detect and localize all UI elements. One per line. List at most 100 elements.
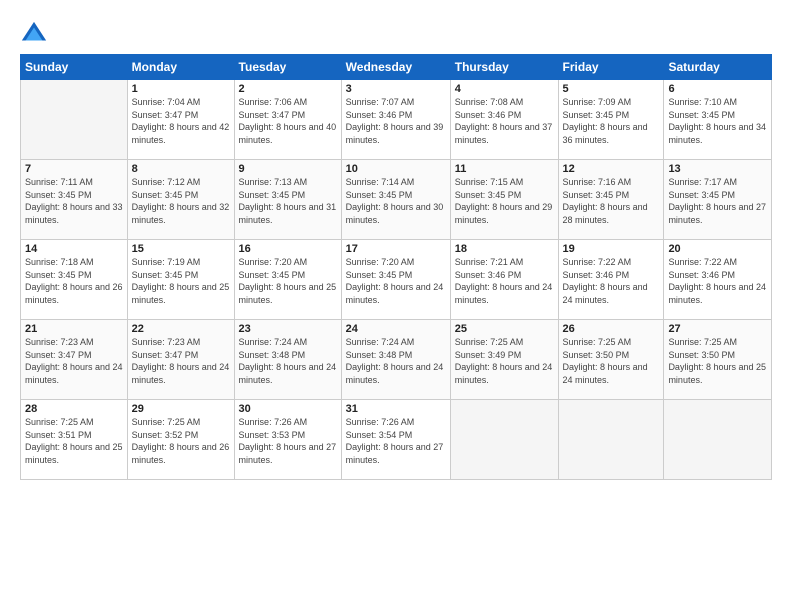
calendar-table: SundayMondayTuesdayWednesdayThursdayFrid…	[20, 54, 772, 480]
day-number: 18	[455, 243, 554, 255]
calendar-cell: 16Sunrise: 7:20 AMSunset: 3:45 PMDayligh…	[234, 240, 341, 320]
day-number: 4	[455, 83, 554, 95]
day-number: 27	[668, 323, 767, 335]
calendar-cell: 3Sunrise: 7:07 AMSunset: 3:46 PMDaylight…	[341, 80, 450, 160]
logo	[20, 20, 52, 48]
day-number: 25	[455, 323, 554, 335]
day-detail: Sunrise: 7:15 AMSunset: 3:45 PMDaylight:…	[455, 176, 554, 226]
day-number: 8	[132, 163, 230, 175]
day-detail: Sunrise: 7:24 AMSunset: 3:48 PMDaylight:…	[239, 336, 337, 386]
day-detail: Sunrise: 7:10 AMSunset: 3:45 PMDaylight:…	[668, 96, 767, 146]
day-detail: Sunrise: 7:25 AMSunset: 3:50 PMDaylight:…	[668, 336, 767, 386]
day-number: 29	[132, 403, 230, 415]
calendar-cell: 27Sunrise: 7:25 AMSunset: 3:50 PMDayligh…	[664, 320, 772, 400]
day-number: 14	[25, 243, 123, 255]
day-detail: Sunrise: 7:20 AMSunset: 3:45 PMDaylight:…	[239, 256, 337, 306]
calendar-cell: 26Sunrise: 7:25 AMSunset: 3:50 PMDayligh…	[558, 320, 664, 400]
day-detail: Sunrise: 7:24 AMSunset: 3:48 PMDaylight:…	[346, 336, 446, 386]
day-detail: Sunrise: 7:25 AMSunset: 3:51 PMDaylight:…	[25, 416, 123, 466]
day-detail: Sunrise: 7:26 AMSunset: 3:54 PMDaylight:…	[346, 416, 446, 466]
day-detail: Sunrise: 7:06 AMSunset: 3:47 PMDaylight:…	[239, 96, 337, 146]
day-detail: Sunrise: 7:25 AMSunset: 3:52 PMDaylight:…	[132, 416, 230, 466]
day-detail: Sunrise: 7:23 AMSunset: 3:47 PMDaylight:…	[25, 336, 123, 386]
day-number: 31	[346, 403, 446, 415]
day-detail: Sunrise: 7:11 AMSunset: 3:45 PMDaylight:…	[25, 176, 123, 226]
day-detail: Sunrise: 7:09 AMSunset: 3:45 PMDaylight:…	[563, 96, 660, 146]
week-row-5: 28Sunrise: 7:25 AMSunset: 3:51 PMDayligh…	[21, 400, 772, 480]
calendar-cell: 21Sunrise: 7:23 AMSunset: 3:47 PMDayligh…	[21, 320, 128, 400]
day-number: 23	[239, 323, 337, 335]
logo-icon	[20, 20, 48, 48]
calendar-cell: 17Sunrise: 7:20 AMSunset: 3:45 PMDayligh…	[341, 240, 450, 320]
calendar-cell	[664, 400, 772, 480]
calendar-cell: 11Sunrise: 7:15 AMSunset: 3:45 PMDayligh…	[450, 160, 558, 240]
day-detail: Sunrise: 7:25 AMSunset: 3:50 PMDaylight:…	[563, 336, 660, 386]
day-number: 1	[132, 83, 230, 95]
day-detail: Sunrise: 7:18 AMSunset: 3:45 PMDaylight:…	[25, 256, 123, 306]
week-row-4: 21Sunrise: 7:23 AMSunset: 3:47 PMDayligh…	[21, 320, 772, 400]
day-number: 20	[668, 243, 767, 255]
calendar-cell: 7Sunrise: 7:11 AMSunset: 3:45 PMDaylight…	[21, 160, 128, 240]
week-row-3: 14Sunrise: 7:18 AMSunset: 3:45 PMDayligh…	[21, 240, 772, 320]
day-number: 21	[25, 323, 123, 335]
day-detail: Sunrise: 7:22 AMSunset: 3:46 PMDaylight:…	[668, 256, 767, 306]
calendar-cell: 20Sunrise: 7:22 AMSunset: 3:46 PMDayligh…	[664, 240, 772, 320]
day-number: 26	[563, 323, 660, 335]
calendar-cell: 30Sunrise: 7:26 AMSunset: 3:53 PMDayligh…	[234, 400, 341, 480]
day-detail: Sunrise: 7:13 AMSunset: 3:45 PMDaylight:…	[239, 176, 337, 226]
weekday-header-tuesday: Tuesday	[234, 55, 341, 80]
day-detail: Sunrise: 7:25 AMSunset: 3:49 PMDaylight:…	[455, 336, 554, 386]
day-detail: Sunrise: 7:12 AMSunset: 3:45 PMDaylight:…	[132, 176, 230, 226]
calendar-cell: 18Sunrise: 7:21 AMSunset: 3:46 PMDayligh…	[450, 240, 558, 320]
week-row-2: 7Sunrise: 7:11 AMSunset: 3:45 PMDaylight…	[21, 160, 772, 240]
calendar-cell: 14Sunrise: 7:18 AMSunset: 3:45 PMDayligh…	[21, 240, 128, 320]
day-number: 22	[132, 323, 230, 335]
calendar-cell: 31Sunrise: 7:26 AMSunset: 3:54 PMDayligh…	[341, 400, 450, 480]
day-number: 24	[346, 323, 446, 335]
day-number: 11	[455, 163, 554, 175]
day-number: 15	[132, 243, 230, 255]
day-number: 17	[346, 243, 446, 255]
day-detail: Sunrise: 7:08 AMSunset: 3:46 PMDaylight:…	[455, 96, 554, 146]
week-row-1: 1Sunrise: 7:04 AMSunset: 3:47 PMDaylight…	[21, 80, 772, 160]
calendar-cell: 13Sunrise: 7:17 AMSunset: 3:45 PMDayligh…	[664, 160, 772, 240]
day-detail: Sunrise: 7:20 AMSunset: 3:45 PMDaylight:…	[346, 256, 446, 306]
day-detail: Sunrise: 7:19 AMSunset: 3:45 PMDaylight:…	[132, 256, 230, 306]
calendar-cell: 23Sunrise: 7:24 AMSunset: 3:48 PMDayligh…	[234, 320, 341, 400]
day-detail: Sunrise: 7:04 AMSunset: 3:47 PMDaylight:…	[132, 96, 230, 146]
day-detail: Sunrise: 7:21 AMSunset: 3:46 PMDaylight:…	[455, 256, 554, 306]
calendar-cell: 1Sunrise: 7:04 AMSunset: 3:47 PMDaylight…	[127, 80, 234, 160]
calendar-cell	[450, 400, 558, 480]
day-number: 19	[563, 243, 660, 255]
day-number: 30	[239, 403, 337, 415]
day-detail: Sunrise: 7:14 AMSunset: 3:45 PMDaylight:…	[346, 176, 446, 226]
day-detail: Sunrise: 7:23 AMSunset: 3:47 PMDaylight:…	[132, 336, 230, 386]
calendar-cell	[21, 80, 128, 160]
weekday-header-friday: Friday	[558, 55, 664, 80]
weekday-header-wednesday: Wednesday	[341, 55, 450, 80]
calendar-cell: 4Sunrise: 7:08 AMSunset: 3:46 PMDaylight…	[450, 80, 558, 160]
day-detail: Sunrise: 7:16 AMSunset: 3:45 PMDaylight:…	[563, 176, 660, 226]
calendar-cell: 10Sunrise: 7:14 AMSunset: 3:45 PMDayligh…	[341, 160, 450, 240]
calendar-cell: 12Sunrise: 7:16 AMSunset: 3:45 PMDayligh…	[558, 160, 664, 240]
calendar-cell: 25Sunrise: 7:25 AMSunset: 3:49 PMDayligh…	[450, 320, 558, 400]
weekday-header-thursday: Thursday	[450, 55, 558, 80]
calendar-cell: 6Sunrise: 7:10 AMSunset: 3:45 PMDaylight…	[664, 80, 772, 160]
day-number: 12	[563, 163, 660, 175]
calendar-cell: 19Sunrise: 7:22 AMSunset: 3:46 PMDayligh…	[558, 240, 664, 320]
weekday-header-saturday: Saturday	[664, 55, 772, 80]
day-number: 13	[668, 163, 767, 175]
day-number: 6	[668, 83, 767, 95]
day-number: 2	[239, 83, 337, 95]
day-detail: Sunrise: 7:17 AMSunset: 3:45 PMDaylight:…	[668, 176, 767, 226]
weekday-header-monday: Monday	[127, 55, 234, 80]
weekday-header-row: SundayMondayTuesdayWednesdayThursdayFrid…	[21, 55, 772, 80]
calendar-cell: 5Sunrise: 7:09 AMSunset: 3:45 PMDaylight…	[558, 80, 664, 160]
day-number: 16	[239, 243, 337, 255]
day-number: 5	[563, 83, 660, 95]
day-number: 10	[346, 163, 446, 175]
day-number: 7	[25, 163, 123, 175]
header	[20, 16, 772, 48]
day-detail: Sunrise: 7:07 AMSunset: 3:46 PMDaylight:…	[346, 96, 446, 146]
calendar-cell: 28Sunrise: 7:25 AMSunset: 3:51 PMDayligh…	[21, 400, 128, 480]
